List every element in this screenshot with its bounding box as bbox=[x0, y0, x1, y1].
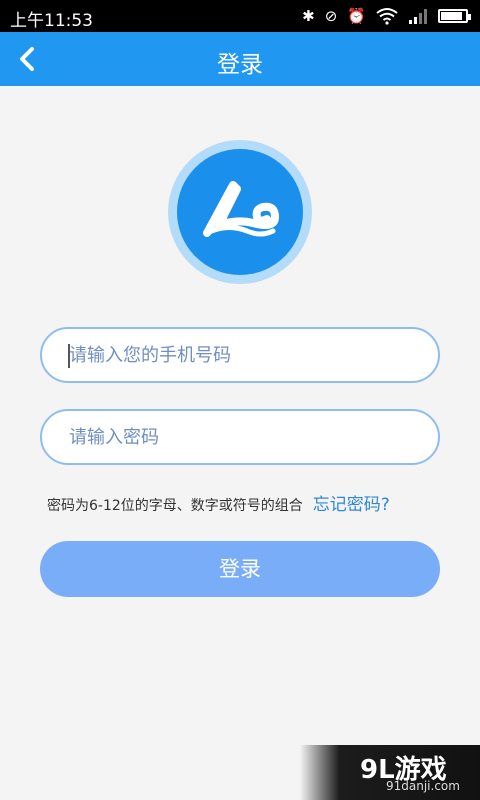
title-bar: 登录 bbox=[0, 32, 480, 86]
phone-input[interactable] bbox=[42, 329, 438, 381]
password-hint-row: 密码为6-12位的字母、数字或符号的组合 忘记密码? bbox=[47, 490, 390, 516]
password-hint: 密码为6-12位的字母、数字或符号的组合 bbox=[47, 498, 303, 514]
bluetooth-icon: ✱ bbox=[302, 7, 315, 25]
password-input[interactable] bbox=[42, 411, 438, 463]
status-time: 上午11:53 bbox=[10, 11, 93, 31]
text-cursor bbox=[68, 344, 70, 368]
battery-icon bbox=[438, 9, 471, 23]
alarm-icon: ⏰ bbox=[347, 7, 366, 25]
signal-icon bbox=[409, 9, 427, 24]
forgot-password-link[interactable]: 忘记密码? bbox=[313, 490, 390, 515]
app-logo-circle bbox=[177, 149, 303, 275]
app-logo bbox=[168, 140, 312, 284]
phone-field[interactable] bbox=[40, 327, 440, 383]
app-logo-icon bbox=[203, 181, 279, 237]
status-bar: 上午11:53 ✱ ⊘ ⏰ bbox=[0, 0, 480, 32]
status-icons: ✱ ⊘ ⏰ bbox=[302, 6, 471, 26]
password-field[interactable] bbox=[40, 409, 440, 465]
watermark-domain: 91danji.com bbox=[386, 779, 460, 793]
wifi-icon bbox=[376, 8, 398, 25]
login-button[interactable]: 登录 bbox=[40, 541, 440, 597]
vibrate-off-icon: ⊘ bbox=[324, 7, 338, 25]
page-title: 登录 bbox=[217, 52, 263, 78]
